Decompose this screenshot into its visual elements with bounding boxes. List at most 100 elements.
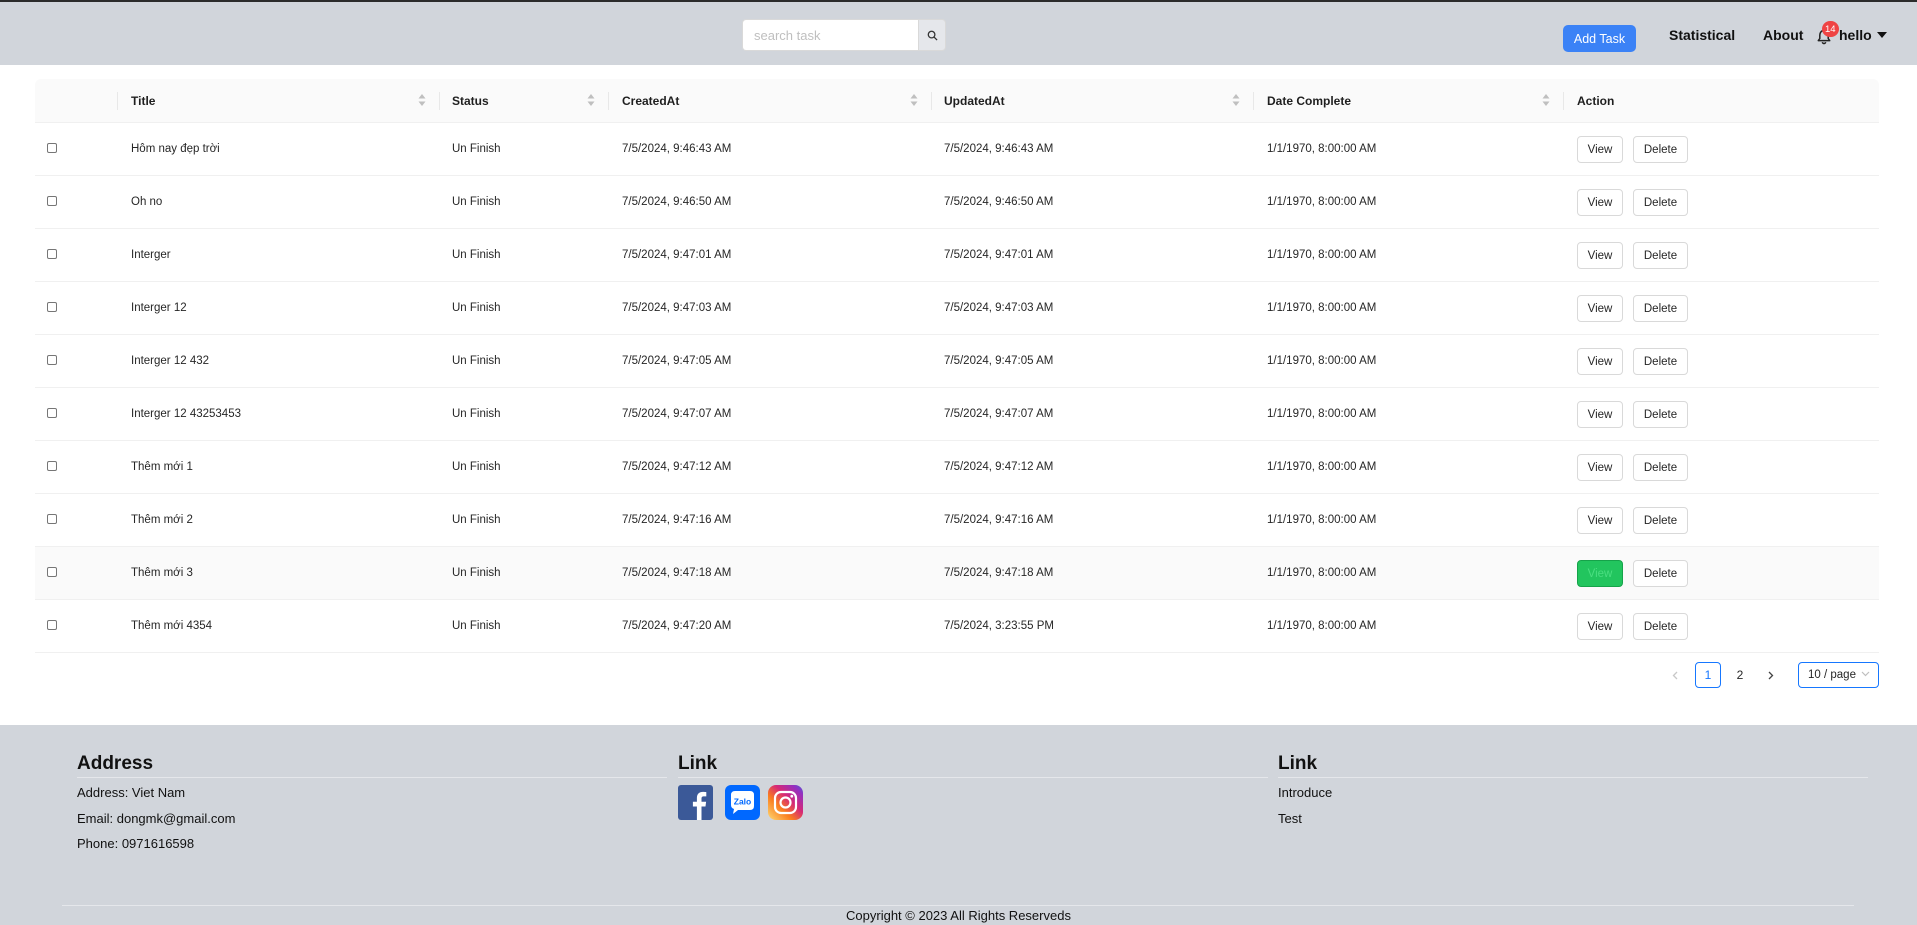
- column-header-createdat[interactable]: CreatedAt: [622, 79, 679, 123]
- task-title: Hôm nay đẹp trời: [131, 143, 220, 155]
- pagination-page-2[interactable]: 2: [1727, 662, 1753, 688]
- table-row: Oh no Un Finish 7/5/2024, 9:46:50 AM 7/5…: [35, 176, 1879, 229]
- nav-statistical[interactable]: Statistical: [1669, 27, 1735, 43]
- task-created-at: 7/5/2024, 9:47:16 AM: [622, 514, 732, 526]
- row-checkbox[interactable]: [47, 143, 57, 153]
- facebook-icon[interactable]: [678, 785, 713, 820]
- footer-link-introduce[interactable]: Introduce: [1278, 785, 1332, 800]
- delete-button[interactable]: Delete: [1633, 507, 1688, 534]
- footer-address-heading: Address: [77, 753, 154, 774]
- row-checkbox[interactable]: [47, 514, 57, 524]
- footer: Address Address: Viet Nam Email: dongmk@…: [0, 725, 1917, 925]
- view-button[interactable]: View: [1577, 507, 1623, 534]
- task-status: Un Finish: [452, 514, 501, 526]
- page-size-select[interactable]: 10 / page: [1798, 662, 1879, 688]
- column-header-title[interactable]: Title: [131, 79, 155, 123]
- view-button[interactable]: View: [1577, 295, 1623, 322]
- column-separator: [439, 92, 440, 110]
- footer-social-section: Link: [678, 753, 717, 777]
- delete-button[interactable]: Delete: [1633, 454, 1688, 481]
- task-date-complete: 1/1/1970, 8:00:00 AM: [1267, 567, 1377, 579]
- add-task-button[interactable]: Add Task: [1563, 25, 1636, 52]
- delete-button[interactable]: Delete: [1633, 401, 1688, 428]
- delete-button[interactable]: Delete: [1633, 348, 1688, 375]
- task-date-complete: 1/1/1970, 8:00:00 AM: [1267, 355, 1377, 367]
- app-header: Add Task Statistical About 14 hello: [0, 2, 1917, 65]
- sort-icon[interactable]: [1232, 93, 1240, 107]
- task-updated-at: 7/5/2024, 9:46:43 AM: [944, 143, 1054, 155]
- row-checkbox[interactable]: [47, 408, 57, 418]
- view-button[interactable]: View: [1577, 136, 1623, 163]
- task-date-complete: 1/1/1970, 8:00:00 AM: [1267, 196, 1377, 208]
- task-status: Un Finish: [452, 408, 501, 420]
- chevron-right-icon: [1768, 671, 1774, 679]
- task-created-at: 7/5/2024, 9:47:01 AM: [622, 249, 732, 261]
- pagination-next[interactable]: [1763, 662, 1779, 688]
- task-table: Title Status CreatedAt UpdatedAt Date Co…: [35, 79, 1879, 653]
- delete-button[interactable]: Delete: [1633, 136, 1688, 163]
- row-checkbox[interactable]: [47, 567, 57, 577]
- instagram-icon[interactable]: [768, 785, 803, 820]
- nav-about[interactable]: About: [1763, 27, 1803, 43]
- task-updated-at: 7/5/2024, 9:47:05 AM: [944, 355, 1054, 367]
- view-button[interactable]: View: [1577, 348, 1623, 375]
- view-button[interactable]: View: [1577, 189, 1623, 216]
- row-checkbox[interactable]: [47, 196, 57, 206]
- user-name: hello: [1839, 27, 1872, 43]
- task-date-complete: 1/1/1970, 8:00:00 AM: [1267, 514, 1377, 526]
- task-created-at: 7/5/2024, 9:47:05 AM: [622, 355, 732, 367]
- pagination-page-1[interactable]: 1: [1695, 662, 1721, 688]
- task-title: Thêm mới 4354: [131, 620, 213, 632]
- delete-button[interactable]: Delete: [1633, 295, 1688, 322]
- chevron-down-icon: [1861, 671, 1870, 677]
- column-header-status[interactable]: Status: [452, 79, 489, 123]
- view-button[interactable]: View: [1577, 401, 1623, 428]
- table-row: Interger 12 432 Un Finish 7/5/2024, 9:47…: [35, 335, 1879, 388]
- footer-social-heading: Link: [678, 753, 718, 774]
- row-checkbox[interactable]: [47, 249, 57, 259]
- footer-address: Address: Viet Nam: [77, 785, 186, 800]
- delete-button[interactable]: Delete: [1633, 242, 1688, 269]
- sort-icon[interactable]: [1542, 93, 1550, 107]
- delete-button[interactable]: Delete: [1633, 560, 1688, 587]
- search-icon: [927, 30, 938, 41]
- view-button[interactable]: View: [1577, 242, 1623, 269]
- task-date-complete: 1/1/1970, 8:00:00 AM: [1267, 143, 1377, 155]
- zalo-icon[interactable]: Zalo: [725, 785, 760, 820]
- delete-button[interactable]: Delete: [1633, 613, 1688, 640]
- sort-icon[interactable]: [910, 93, 918, 107]
- copyright-text: Copyright © 2023 All Rights Reserveds: [846, 908, 1071, 923]
- row-checkbox[interactable]: [47, 461, 57, 471]
- user-menu[interactable]: hello: [1839, 27, 1887, 43]
- search-button[interactable]: [918, 19, 946, 51]
- task-date-complete: 1/1/1970, 8:00:00 AM: [1267, 408, 1377, 420]
- table-row: Thêm mới 4354 Un Finish 7/5/2024, 9:47:2…: [35, 600, 1879, 653]
- row-checkbox[interactable]: [47, 620, 57, 630]
- view-button[interactable]: View: [1577, 560, 1623, 587]
- zalo-icon-text: Zalo: [734, 797, 751, 807]
- pagination-prev[interactable]: [1667, 662, 1683, 688]
- view-button[interactable]: View: [1577, 613, 1623, 640]
- footer-divider: [77, 777, 667, 778]
- task-title: Thêm mới 1: [131, 461, 193, 473]
- row-checkbox[interactable]: [47, 355, 57, 365]
- footer-address-section: Address: [77, 753, 153, 777]
- table-row: Interger 12 Un Finish 7/5/2024, 9:47:03 …: [35, 282, 1879, 335]
- sort-icon[interactable]: [587, 93, 595, 107]
- delete-button[interactable]: Delete: [1633, 189, 1688, 216]
- sort-icon[interactable]: [418, 93, 426, 107]
- task-created-at: 7/5/2024, 9:46:50 AM: [622, 196, 732, 208]
- task-updated-at: 7/5/2024, 9:47:01 AM: [944, 249, 1054, 261]
- footer-email: Email: dongmk@gmail.com: [77, 811, 236, 826]
- column-separator: [1253, 92, 1254, 110]
- view-button[interactable]: View: [1577, 454, 1623, 481]
- caret-down-icon: [1876, 31, 1887, 38]
- table-row: Thêm mới 1 Un Finish 7/5/2024, 9:47:12 A…: [35, 441, 1879, 494]
- search-input[interactable]: [742, 19, 918, 51]
- column-header-updatedat[interactable]: UpdatedAt: [944, 79, 1005, 123]
- column-header-date-complete[interactable]: Date Complete: [1267, 79, 1351, 123]
- task-created-at: 7/5/2024, 9:46:43 AM: [622, 143, 732, 155]
- footer-link-test[interactable]: Test: [1278, 811, 1302, 826]
- row-checkbox[interactable]: [47, 302, 57, 312]
- task-status: Un Finish: [452, 196, 501, 208]
